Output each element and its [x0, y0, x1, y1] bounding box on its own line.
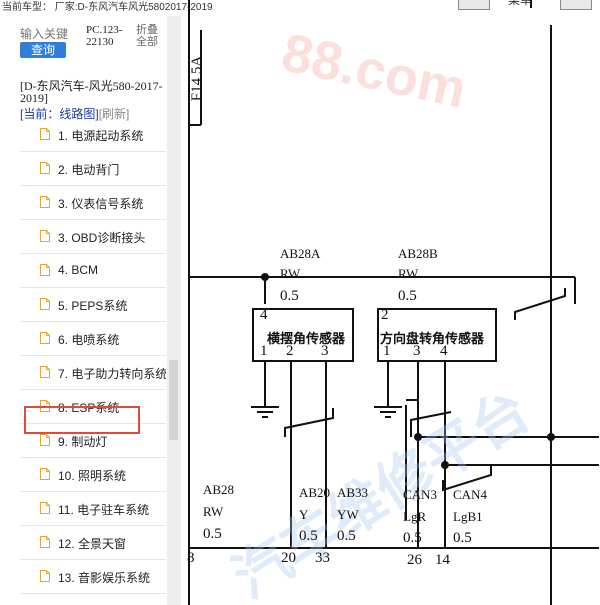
tree-item-label: 12. 全景天窗: [58, 537, 127, 551]
search-input[interactable]: [20, 25, 68, 43]
wire-ab20-name: AB20: [299, 485, 331, 500]
tree-item-label: 3. 仪表信号系统: [58, 197, 144, 211]
sensor-a-pin-1: 1: [260, 343, 268, 359]
connector-a-name: AB28A: [280, 246, 321, 261]
connector-a-size: 0.5: [280, 288, 299, 304]
wire-ab28-name: AB28: [203, 482, 235, 497]
document-icon: [40, 128, 50, 140]
wire-can3-size: 0.5: [403, 530, 422, 546]
sensor-b-pin-3: 3: [413, 343, 421, 359]
tree-item-label: 5. PEPS系统: [58, 299, 128, 313]
document-icon: [40, 536, 50, 548]
wire-ab33-pin: 33: [315, 550, 330, 566]
wire-ab33-color: YW: [337, 507, 359, 522]
connector-b-size: 0.5: [398, 288, 417, 304]
document-icon: [40, 264, 50, 276]
tree-item[interactable]: 11. 电子驻车系统: [20, 492, 166, 526]
tree-item[interactable]: 3. OBD诊断接头: [20, 220, 166, 254]
tree-item-label: 7. 电子助力转向系统: [58, 367, 166, 381]
tree-item[interactable]: 6. 电喷系统: [20, 322, 166, 356]
tree-item[interactable]: 4. BCM: [20, 254, 166, 288]
sensor-a-pin-2: 2: [286, 343, 294, 359]
wire-ab33-name: AB33: [337, 485, 369, 500]
wire-can4-color: LgB1: [453, 509, 483, 524]
tree-item[interactable]: 12. 全景天窗: [20, 526, 166, 560]
wire-can4-pin: 14: [435, 552, 450, 568]
fuse-label: F14 5A: [189, 55, 206, 102]
document-icon: [40, 570, 50, 582]
document-icon: [40, 502, 50, 514]
document-icon: [40, 332, 50, 344]
document-icon: [40, 434, 50, 446]
tree-item-label: 1. 电源起动系统: [58, 129, 144, 143]
wire-ab20-pin: 20: [281, 550, 296, 566]
tree-item[interactable]: 3. 仪表信号系统: [20, 186, 166, 220]
tree-item[interactable]: 5. PEPS系统: [20, 288, 166, 322]
scrollbar-thumb[interactable]: [169, 360, 178, 440]
steering-angle-sensor-label: 方向盘转角传感器: [380, 332, 485, 347]
tree-item[interactable]: 7. 电子助力转向系统: [20, 356, 166, 390]
connector-a-color: RW: [280, 266, 301, 281]
pc-code: PC.123-22130: [86, 24, 123, 48]
wire-ab20-size: 0.5: [299, 528, 318, 544]
tree-item-label: 3. OBD诊断接头: [58, 231, 146, 245]
tree-item-label: 9. 制动灯: [58, 435, 108, 449]
sensor-b-pin-1: 1: [383, 343, 391, 359]
wire-ab28-color: RW: [203, 504, 224, 519]
wire-ab28-pin: 8: [187, 550, 195, 566]
fold-all-link[interactable]: 折叠全部: [136, 24, 164, 48]
tree-item-label: 10. 照明系统: [58, 469, 127, 483]
wire-ab20-color: Y: [299, 507, 309, 522]
sidebar-scrollbar[interactable]: [167, 16, 181, 605]
sensor-a-pin-3: 3: [321, 343, 329, 359]
selected-item-highlight: [24, 406, 140, 434]
tree-item-label: 2. 电动背门: [58, 163, 120, 177]
wire-can4-name: CAN4: [453, 487, 487, 502]
tree-item[interactable]: 2. 电动背门: [20, 152, 166, 186]
wire-can4-size: 0.5: [453, 530, 472, 546]
sidebar: 查询 PC.123-22130 折叠全部 [D-东风汽车-风光580-2017-…: [0, 16, 169, 605]
vehicle-label: [D-东风汽车-风光580-2017-2019]: [20, 79, 163, 105]
tree-item[interactable]: 10. 照明系统: [20, 458, 166, 492]
connector-b-name: AB28B: [398, 246, 438, 261]
document-icon: [40, 230, 50, 242]
connector-a-pin: 4: [260, 307, 268, 323]
tree-item[interactable]: 13. 音影娱乐系统: [20, 560, 166, 594]
yaw-sensor-label: 横摆角传感器: [267, 332, 346, 347]
wire-can3-color: LgR: [403, 509, 427, 524]
tree-item-label: 13. 音影娱乐系统: [58, 571, 151, 585]
tree-item[interactable]: 1. 电源起动系统: [20, 118, 166, 152]
document-icon: [40, 298, 50, 310]
diagram-lines: [188, 0, 599, 605]
wire-can3-pin: 26: [407, 552, 422, 568]
document-icon: [40, 196, 50, 208]
document-icon: [40, 468, 50, 480]
document-icon: [40, 366, 50, 378]
connector-b-color: RW: [398, 266, 419, 281]
wire-ab33-size: 0.5: [337, 528, 356, 544]
wiring-diagram[interactable]: 88.com 汽车维修平台 F14 5A AB28A RW 0.5 4 AB28…: [181, 0, 600, 605]
tree-item-label: 4. BCM: [58, 263, 99, 277]
sensor-b-pin-4: 4: [440, 343, 448, 359]
tree-item-label: 11. 电子驻车系统: [58, 503, 150, 517]
search-button[interactable]: 查询: [20, 42, 66, 58]
tree-item-label: 6. 电喷系统: [58, 333, 120, 347]
connector-b-pin: 2: [381, 307, 389, 323]
wire-ab28-size: 0.5: [203, 526, 222, 542]
document-icon: [40, 162, 50, 174]
wire-can3-name: CAN3: [403, 487, 437, 502]
